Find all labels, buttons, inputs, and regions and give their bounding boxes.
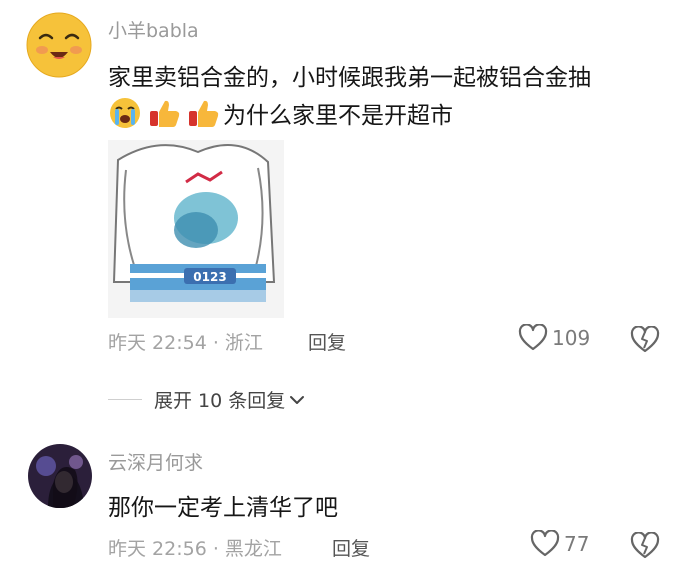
- divider-line: [108, 399, 142, 400]
- comment-2: 云深月何求 那你一定考上清华了吧 昨天 22:56 · 黑龙江 回复 77: [0, 430, 690, 584]
- like-count: 77: [564, 532, 590, 556]
- emoji-row: 为什么家里不是开超市: [108, 96, 453, 130]
- avatar[interactable]: [28, 444, 92, 508]
- avatar[interactable]: [26, 12, 92, 78]
- comment-timestamp: 昨天 22:56 · 黑龙江: [108, 538, 282, 560]
- comment-text-continued: 为什么家里不是开超市: [223, 103, 453, 129]
- thumbs-up-icon: [150, 100, 180, 127]
- comment-username[interactable]: 云深月何求: [108, 448, 203, 475]
- comment-text: 家里卖铝合金的，小时候跟我弟一起被铝合金抽: [108, 65, 591, 91]
- reply-button[interactable]: 回复: [308, 328, 346, 355]
- user-photo-avatar-icon: [28, 444, 92, 508]
- broken-heart-icon[interactable]: [630, 532, 660, 560]
- like-count: 109: [552, 326, 591, 350]
- comment-username[interactable]: 小羊babla: [108, 16, 199, 43]
- sticker-illustration: 0123: [108, 140, 284, 318]
- like-button[interactable]: 109: [518, 324, 590, 352]
- comment-1: 小羊babla 家里卖铝合金的，小时候跟我弟一起被铝合金抽 为什么家里不是开超市: [0, 0, 690, 370]
- heart-outline-icon: [518, 324, 548, 351]
- smiling-face-avatar-icon: [26, 12, 92, 78]
- comment-sticker-image[interactable]: 0123: [108, 140, 284, 318]
- broken-heart-icon[interactable]: [630, 326, 660, 354]
- reply-button[interactable]: 回复: [332, 534, 370, 561]
- comment-text: 那你一定考上清华了吧: [108, 495, 338, 521]
- expand-replies-button[interactable]: 展开 10 条回复: [108, 386, 307, 413]
- like-button[interactable]: 77: [530, 530, 589, 558]
- heart-outline-icon: [530, 530, 560, 557]
- comment-timestamp: 昨天 22:54 · 浙江: [108, 332, 263, 354]
- sticker-caption: 0123: [193, 270, 226, 284]
- crying-face-icon: [110, 98, 140, 128]
- expand-replies-label: 展开 10 条回复: [154, 390, 286, 412]
- chevron-down-icon: [290, 395, 305, 404]
- thumbs-up-icon: [189, 100, 219, 127]
